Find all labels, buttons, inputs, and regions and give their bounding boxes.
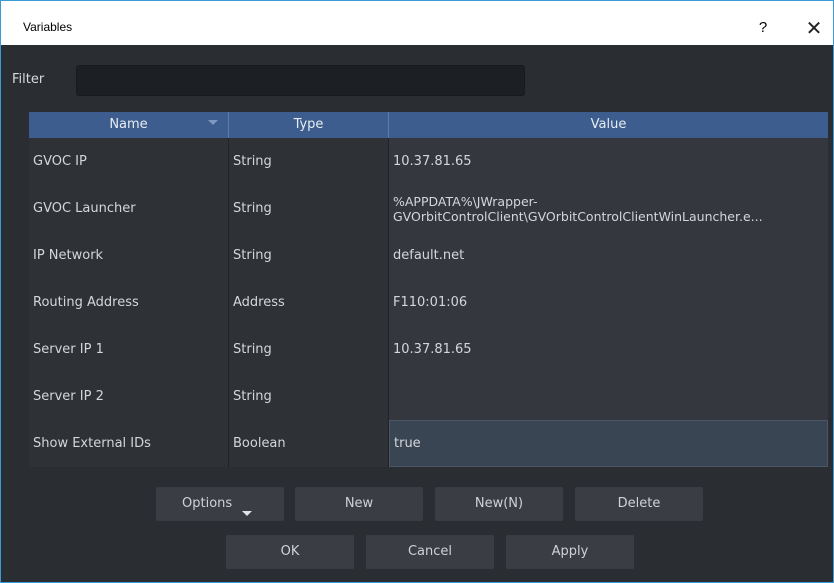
cell-name[interactable]: Show External IDs: [29, 420, 229, 467]
column-header-type[interactable]: Type: [229, 112, 389, 138]
cell-value[interactable]: 10.37.81.65: [389, 138, 828, 185]
cell-value[interactable]: default.net: [389, 232, 828, 279]
help-button[interactable]: ?: [751, 14, 775, 42]
table-row[interactable]: GVOC IP String 10.37.81.65: [29, 138, 828, 185]
new-button[interactable]: New: [295, 487, 423, 521]
cell-type[interactable]: Address: [229, 279, 389, 326]
column-header-label: Name: [109, 117, 148, 132]
delete-button[interactable]: Delete: [575, 487, 703, 521]
window-title: Variables: [23, 20, 73, 34]
ok-button[interactable]: OK: [226, 535, 354, 569]
filter-input[interactable]: [76, 65, 525, 96]
variables-table: Name Type Value GVOC IP String 10.37.81.…: [29, 112, 828, 469]
table-row[interactable]: Routing Address Address F110:01:06: [29, 279, 828, 326]
cell-value[interactable]: 10.37.81.65: [389, 326, 828, 373]
filter-label: Filter: [12, 72, 45, 87]
cell-type[interactable]: String: [229, 138, 389, 185]
cell-type[interactable]: String: [229, 232, 389, 279]
table-row[interactable]: Server IP 1 String 10.37.81.65: [29, 326, 828, 373]
cell-name[interactable]: IP Network: [29, 232, 229, 279]
cell-name[interactable]: Routing Address: [29, 279, 229, 326]
cell-name[interactable]: Server IP 1: [29, 326, 229, 373]
cell-name[interactable]: Server IP 2: [29, 373, 229, 420]
apply-button[interactable]: Apply: [506, 535, 634, 569]
cell-value[interactable]: F110:01:06: [389, 279, 828, 326]
cell-value[interactable]: %APPDATA%\JWrapper- GVOrbitControlClient…: [389, 185, 828, 232]
column-header-value[interactable]: Value: [389, 112, 828, 138]
chevron-down-icon: [242, 511, 252, 516]
table-row[interactable]: GVOC Launcher String %APPDATA%\JWrapper-…: [29, 185, 828, 232]
table-row[interactable]: Show External IDs Boolean true: [29, 420, 828, 467]
cell-type[interactable]: String: [229, 373, 389, 420]
cell-type[interactable]: Boolean: [229, 420, 389, 467]
table-row[interactable]: Server IP 2 String: [29, 373, 828, 420]
cancel-button[interactable]: Cancel: [366, 535, 494, 569]
sort-descending-icon: [208, 120, 218, 125]
cell-type[interactable]: String: [229, 185, 389, 232]
options-label: Options: [182, 496, 233, 511]
title-bar[interactable]: Variables ? ✕: [1, 1, 833, 45]
column-header-name[interactable]: Name: [29, 112, 229, 138]
close-button[interactable]: ✕: [801, 14, 827, 42]
cell-value-editing[interactable]: true: [389, 420, 828, 467]
variables-dialog: Variables ? ✕ Filter Name Type Value GVO…: [0, 0, 834, 583]
cell-value[interactable]: [389, 373, 828, 420]
cell-type[interactable]: String: [229, 326, 389, 373]
table-row[interactable]: IP Network String default.net: [29, 232, 828, 279]
new-n-button[interactable]: New(N): [435, 487, 563, 521]
cell-name[interactable]: GVOC Launcher: [29, 185, 229, 232]
options-dropdown-button[interactable]: Options: [156, 487, 284, 521]
cell-name[interactable]: GVOC IP: [29, 138, 229, 185]
table-header: Name Type Value: [29, 112, 828, 138]
